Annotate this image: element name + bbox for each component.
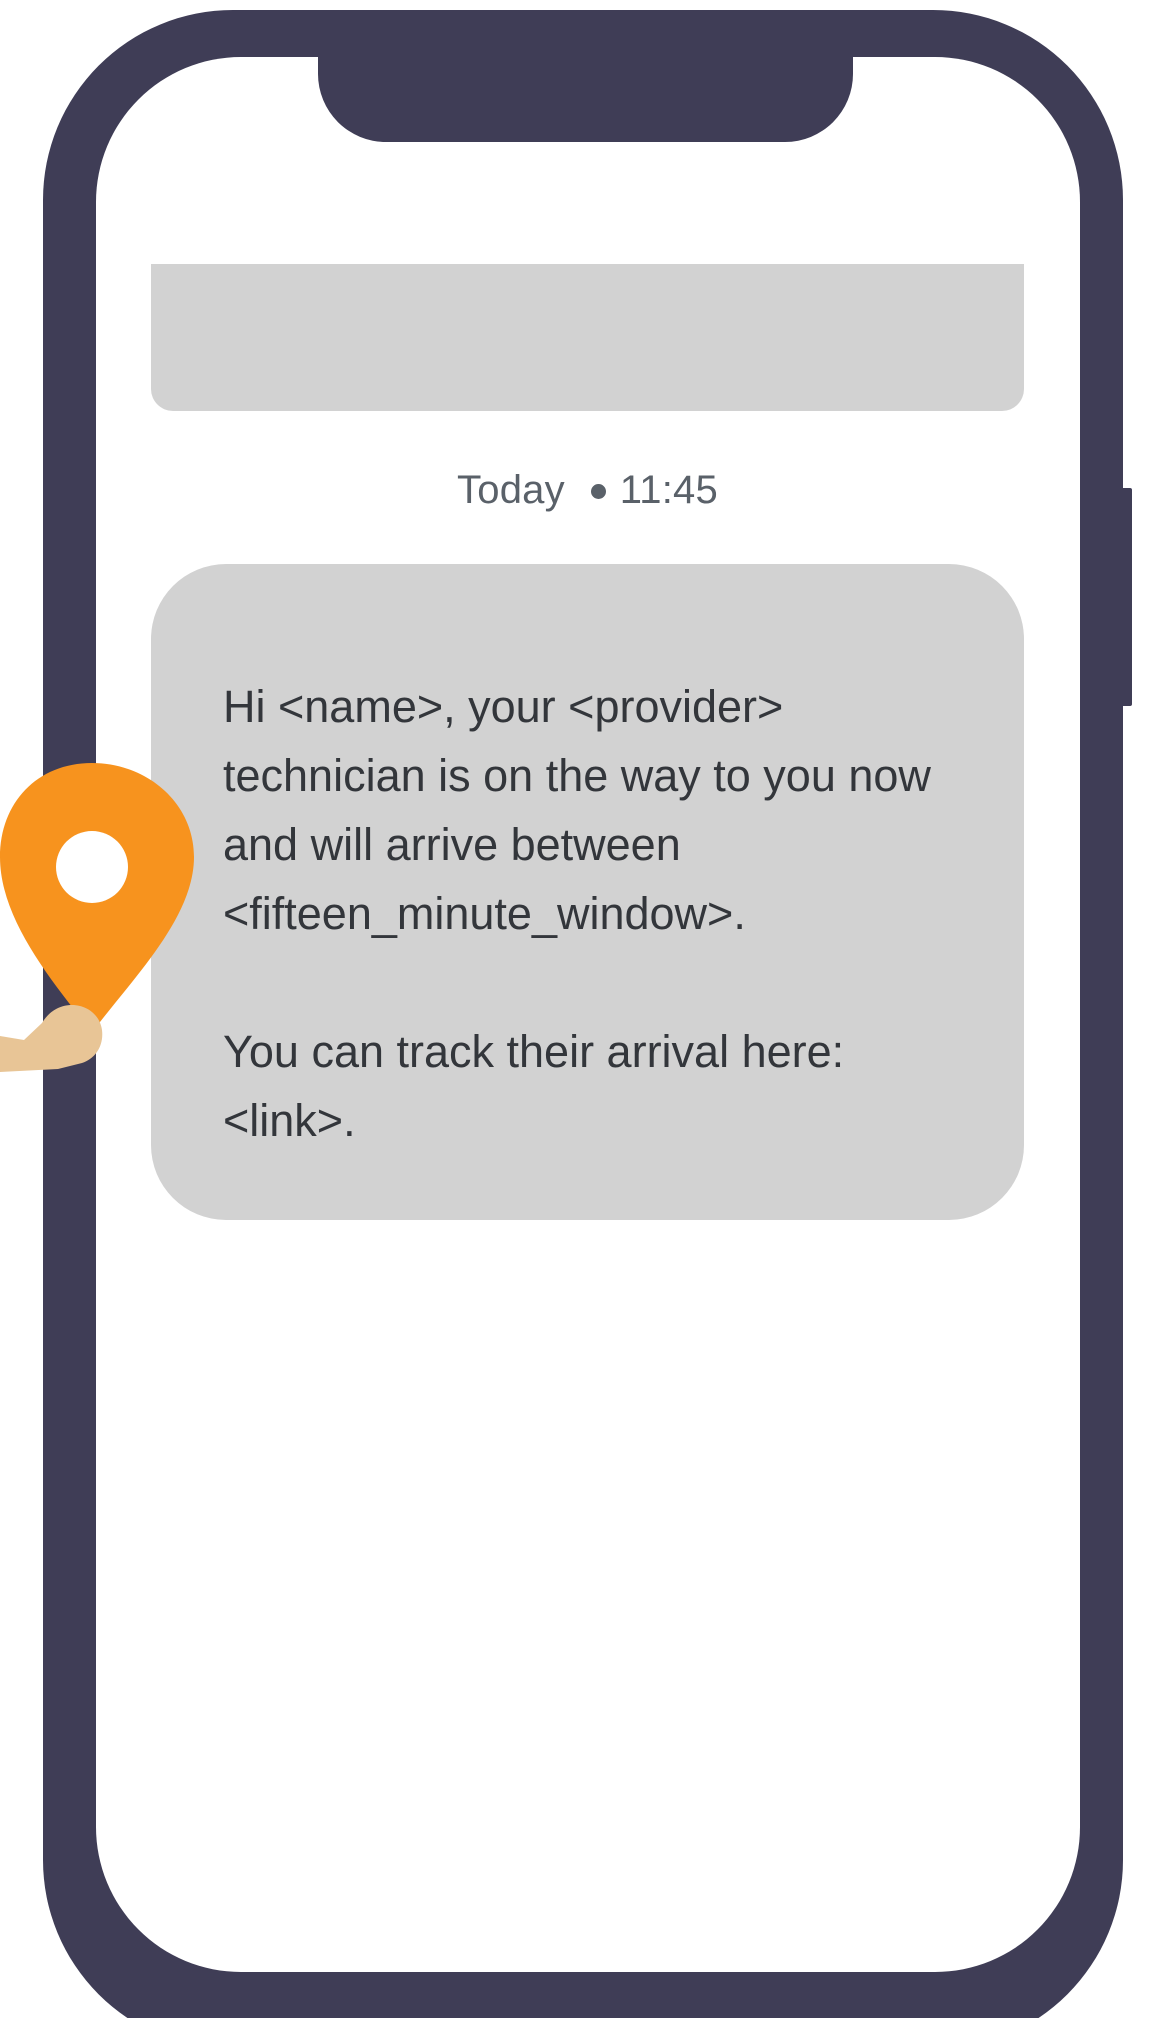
illustration-canvas: Today 11:45 Hi <name>, your <provider> t…: [0, 0, 1149, 2018]
message-paragraph-2: You can track their arrival here: <link>…: [223, 1026, 845, 1146]
hand-icon: [0, 1005, 103, 1072]
conversation-header-placeholder: [151, 264, 1024, 411]
message-bubble[interactable]: Hi <name>, your <provider> technician is…: [151, 564, 1024, 1220]
timestamp-time: 11:45: [619, 467, 718, 512]
timestamp-separator-dot: [590, 483, 606, 499]
message-timestamp: Today 11:45: [151, 462, 1024, 518]
hand-holding-pin-illustration: [0, 763, 194, 1072]
pin-hole: [56, 831, 128, 903]
phone-notch: [318, 40, 853, 142]
timestamp-day: Today: [457, 467, 565, 512]
message-paragraph-1: Hi <name>, your <provider> technician is…: [223, 681, 931, 939]
location-pin-icon: [0, 763, 194, 1026]
